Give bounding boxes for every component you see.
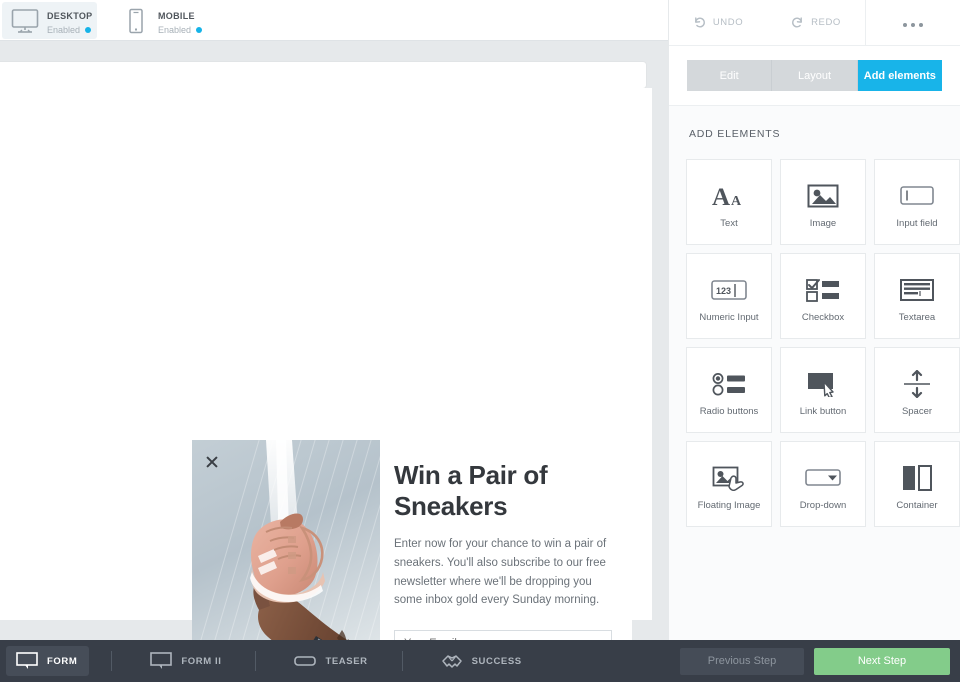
tab-edit[interactable]: Edit [687, 60, 773, 91]
element-card-floating-image[interactable]: Floating Image [686, 441, 772, 527]
device-status-text: Enabled [158, 25, 192, 36]
step-nav-buttons: Previous Step Next Step [680, 640, 950, 682]
step-teaser[interactable]: TEASER [284, 646, 379, 676]
step-list: FORM FORM II TEASER SUCCESS [0, 640, 534, 682]
undo-button[interactable]: UNDO [669, 0, 767, 45]
numeric-input-icon: 123 [711, 270, 747, 310]
step-form[interactable]: FORM [6, 646, 90, 676]
popup-description: Enter now for your chance to win a pair … [394, 538, 607, 607]
textarea-icon [900, 270, 934, 310]
step-label: FORM II [181, 655, 222, 667]
element-card-textarea[interactable]: Textarea [874, 253, 960, 339]
step-divider [111, 651, 113, 671]
drop-down-icon [805, 458, 841, 498]
element-label: Image [809, 217, 837, 229]
element-label: Floating Image [697, 499, 761, 511]
preview-url-bar[interactable] [0, 62, 646, 88]
device-tab-desktop[interactable]: DESKTOP Enabled [2, 2, 97, 39]
element-label: Checkbox [801, 311, 845, 323]
step-divider [401, 651, 403, 671]
ellipsis-icon [901, 14, 925, 32]
status-dot-icon [196, 27, 203, 34]
redo-button[interactable]: REDO [767, 0, 865, 45]
element-label: Radio buttons [699, 405, 759, 417]
handshake-icon [441, 652, 463, 670]
container-icon [902, 458, 932, 498]
radio-buttons-icon [712, 364, 746, 404]
device-status: Enabled [47, 25, 92, 35]
device-name: DESKTOP [47, 10, 93, 21]
undo-icon [693, 16, 706, 29]
page-title: Win a Pair of Sneakers [394, 460, 548, 521]
element-card-text[interactable]: A A Text [686, 159, 772, 245]
spacer-icon [902, 364, 932, 404]
svg-text:A: A [712, 184, 730, 210]
element-card-checkbox[interactable]: Checkbox [780, 253, 866, 339]
element-card-spacer[interactable]: Spacer [874, 347, 960, 433]
element-card-drop-down[interactable]: Drop-down [780, 441, 866, 527]
element-card-numeric-input[interactable]: 123 Numeric Input [686, 253, 772, 339]
elements-grid: A A Text Image Input field 123 Numeric I… [669, 140, 960, 527]
element-label: Textarea [898, 311, 936, 323]
element-card-link-button[interactable]: Link button [780, 347, 866, 433]
device-selector-bar: DESKTOP Enabled MOBILE Enabled [0, 0, 668, 41]
element-label: Text [720, 217, 738, 229]
teaser-icon [294, 654, 317, 668]
element-label: Link button [799, 405, 847, 417]
element-card-container[interactable]: Container [874, 441, 960, 527]
step-label: SUCCESS [471, 655, 522, 667]
device-status: Enabled [158, 25, 203, 36]
element-card-input-field[interactable]: Input field [874, 159, 960, 245]
step-divider [255, 651, 257, 671]
right-panel: UNDO REDO Edit Layout Add elements ADD E… [668, 0, 960, 670]
more-options-button[interactable] [866, 0, 960, 45]
section-title: ADD ELEMENTS [689, 128, 781, 140]
element-label: Container [896, 499, 938, 511]
monitor-icon [10, 7, 40, 35]
status-dot-icon [85, 27, 92, 34]
element-label: Drop-down [799, 499, 847, 511]
redo-icon [791, 16, 804, 29]
screen-outline-icon [150, 652, 173, 670]
screen-icon [16, 652, 38, 670]
device-status-text: Enabled [47, 25, 81, 36]
previous-step-button[interactable]: Previous Step [680, 647, 804, 675]
svg-text:A: A [731, 194, 742, 209]
step-label: TEASER [325, 655, 368, 667]
step-label: FORM [47, 655, 78, 667]
input-field-icon [900, 176, 934, 216]
element-label: Input field [896, 217, 938, 229]
link-button-icon [806, 364, 840, 404]
panel-toolbar: UNDO REDO [669, 0, 960, 46]
tab-add-elements[interactable]: Add elements [857, 60, 942, 91]
checkbox-icon [806, 270, 840, 310]
tab-layout[interactable]: Layout [772, 60, 858, 91]
element-label: Spacer [901, 405, 933, 417]
redo-label: REDO [811, 17, 841, 28]
element-label: Numeric Input [699, 311, 759, 323]
text-aa-icon: A A [711, 176, 747, 216]
close-icon[interactable] [204, 454, 220, 470]
editor-window: DESKTOP Enabled MOBILE Enabled Win a Pai… [0, 0, 960, 682]
step-success[interactable]: SUCCESS [431, 646, 534, 676]
svg-text:123: 123 [716, 286, 731, 296]
next-step-button[interactable]: Next Step [814, 647, 950, 675]
image-icon [807, 176, 839, 216]
page-preview-canvas: Win a Pair of Sneakers Enter now for you… [0, 88, 652, 682]
element-card-radio-buttons[interactable]: Radio buttons [686, 347, 772, 433]
element-card-image[interactable]: Image [780, 159, 866, 245]
step-form-ii[interactable]: FORM II [140, 646, 233, 676]
bottom-step-bar: FORM FORM II TEASER SUCCESS Previous Ste… [0, 640, 960, 682]
device-name: MOBILE [158, 10, 195, 21]
floating-image-icon [712, 458, 746, 498]
add-elements-section: ADD ELEMENTS A A Text Image Input field … [669, 105, 960, 670]
device-tab-mobile[interactable]: MOBILE Enabled [113, 2, 208, 39]
panel-tabs: Edit Layout Add elements [669, 46, 960, 105]
undo-label: UNDO [712, 17, 744, 28]
phone-icon [121, 7, 151, 35]
canvas-zone: DESKTOP Enabled MOBILE Enabled Win a Pai… [0, 0, 668, 682]
